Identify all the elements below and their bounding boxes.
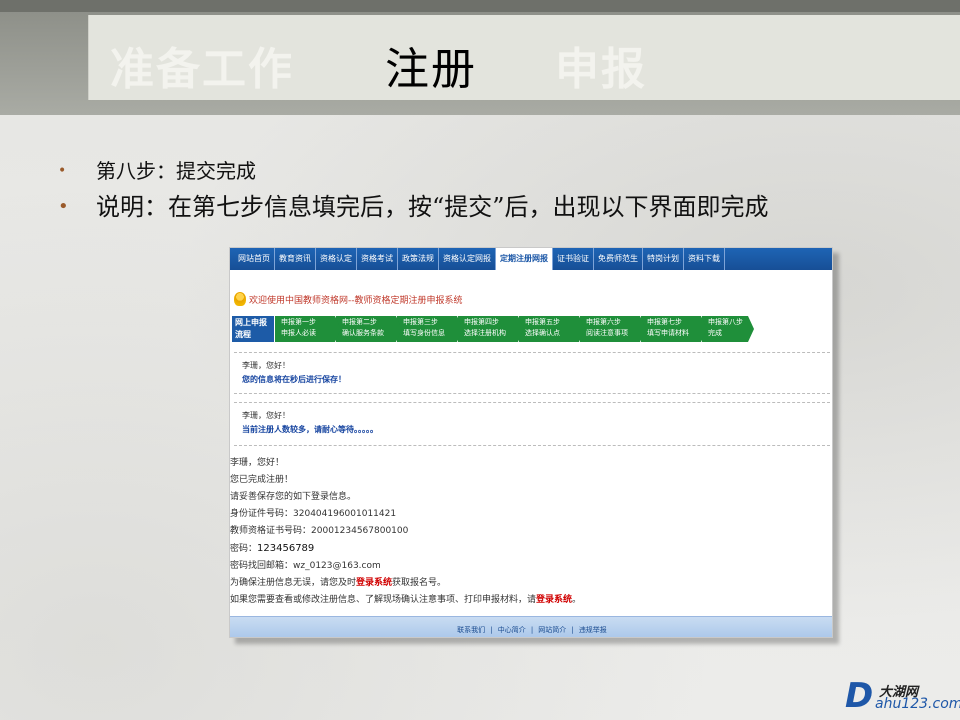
step-8: 申报第八步 完成: [702, 316, 754, 342]
registration-screenshot: 网站首页 教育资讯 资格认定 资格考试 政策法规 资格认定网报 定期注册网报 证…: [229, 247, 833, 638]
header-strip: [0, 0, 960, 12]
status-text: 当前注册人数较多，请耐心等待。。。。。: [242, 425, 378, 434]
step-progress: 网上申报流程 申报第一步申报人必读 申报第二步确认服务条款 申报第三步填写身份信…: [232, 316, 754, 342]
password-value: 123456789: [257, 543, 315, 554]
title-step-prepare: 准备工作: [110, 44, 294, 95]
mail-row: 密码找回邮箱：wz_0123@163.com: [230, 558, 581, 575]
footer-report[interactable]: 违规举报: [579, 626, 607, 634]
step-7: 申报第七步填写申请材料: [641, 316, 707, 342]
cert-row: 教师资格证书号码：20001234567800100: [230, 523, 581, 540]
completion-info: 李珊，您好！ 您已完成注册！ 请妥善保存您的如下登录信息。 身份证件号码：320…: [230, 455, 581, 609]
slide: 准备工作 注册 申报 • 第八步：提交完成 • 说明：在第七步信息填完后，按“提交”…: [0, 0, 960, 720]
nav-certification[interactable]: 资格认定: [316, 248, 357, 270]
step-title: 申报第三步: [403, 318, 438, 326]
step-title: 申报第六步: [586, 318, 621, 326]
bullet-marker: •: [58, 163, 67, 179]
step-desc: 申报人必读: [281, 329, 316, 337]
login-hint-1: 为确保注册信息无误，请您及时登录系统获取报名号。: [230, 575, 581, 592]
id-row: 身份证件号码：320404196001011421: [230, 506, 581, 523]
footer-separator: |: [530, 626, 534, 634]
step-label: 网上申报流程: [232, 316, 274, 342]
step-desc: 选择确认点: [525, 329, 560, 337]
title-step-register: 注册: [385, 44, 477, 95]
nav-free-normal[interactable]: 免费师范生: [594, 248, 643, 270]
welcome-bar: 欢迎使用中国教师资格网--教师资格定期注册申报系统: [234, 291, 463, 307]
step-desc: 选择注册机构: [464, 329, 506, 337]
nav-special-post[interactable]: 特岗计划: [643, 248, 684, 270]
title-step-declare: 申报: [555, 44, 647, 95]
status-text: 您的信息将在秒后进行保存！: [242, 375, 346, 384]
step-desc: 填写申请材料: [647, 329, 689, 337]
bullet-item: • 第八步：提交完成: [58, 155, 769, 187]
nav-cert-online[interactable]: 资格认定网报: [439, 248, 496, 270]
cert-value: 20001234567800100: [311, 526, 409, 536]
bullet-marker: •: [58, 196, 69, 217]
step-desc: 确认服务条款: [342, 329, 384, 337]
login-link[interactable]: 登录系统: [536, 595, 572, 605]
step-4: 申报第四步选择注册机构: [458, 316, 524, 342]
mail-value: wz_0123@163.com: [293, 561, 381, 571]
keep-text: 请妥善保存您的如下登录信息。: [230, 492, 357, 502]
hint-text: 获取报名号。: [392, 578, 447, 588]
hint-text: 如果您需要查看或修改注册信息、了解现场确认注意事项、打印申报材料，请: [230, 595, 537, 605]
password-label: 密码：: [230, 544, 258, 554]
logo-letter: D: [845, 676, 874, 716]
bullet-list: • 第八步：提交完成 • 说明：在第七步信息填完后，按“提交”后，出现以下界面即完成: [58, 155, 769, 227]
step-5: 申报第五步选择确认点: [519, 316, 585, 342]
nav-news[interactable]: 教育资讯: [275, 248, 316, 270]
footer-links: 联系我们 | 中心简介 | 网站简介 | 违规举报: [230, 616, 832, 637]
logo-url: ahu123.com: [875, 696, 960, 712]
top-nav: 网站首页 教育资讯 资格认定 资格考试 政策法规 资格认定网报 定期注册网报 证…: [230, 248, 832, 270]
hint-text: 为确保注册信息无误，请您及时: [230, 578, 357, 588]
mail-label: 密码找回邮箱：: [230, 561, 294, 571]
welcome-text: 欢迎使用中国教师资格网--教师资格定期注册申报系统: [249, 295, 463, 306]
footer-separator: |: [571, 626, 574, 634]
saving-message: 李珊，您好！ 您的信息将在秒后进行保存！: [234, 352, 830, 394]
bullet-text: 第八步：提交完成: [96, 159, 256, 183]
id-label: 身份证件号码：: [230, 509, 294, 519]
step-title: 申报第二步: [342, 318, 377, 326]
step-3: 申报第三步填写身份信息: [397, 316, 463, 342]
footer-site[interactable]: 网站简介: [538, 626, 566, 634]
nav-registration-online[interactable]: 定期注册网报: [496, 248, 553, 270]
step-title: 申报第一步: [281, 318, 316, 326]
step-6: 申报第六步阅读注意事项: [580, 316, 646, 342]
step-title: 申报第四步: [464, 318, 499, 326]
user-icon: [234, 292, 246, 306]
id-value: 320404196001011421: [293, 509, 397, 519]
waiting-message: 李珊，您好！ 当前注册人数较多，请耐心等待。。。。。: [234, 402, 830, 446]
step-title: 申报第八步: [708, 318, 743, 326]
nav-policy[interactable]: 政策法规: [398, 248, 439, 270]
nav-verify[interactable]: 证书验证: [553, 248, 594, 270]
site-logo: D 大湖网 ahu123.com: [845, 676, 960, 716]
step-2: 申报第二步确认服务条款: [336, 316, 402, 342]
footer-center[interactable]: 中心简介: [498, 626, 526, 634]
step-title: 申报第七步: [647, 318, 682, 326]
bullet-text: 说明：在第七步信息填完后，按“提交”后，出现以下界面即完成: [96, 193, 769, 221]
step-title: 申报第五步: [525, 318, 560, 326]
greeting: 李珊，您好！: [242, 411, 290, 420]
hint-text: 。: [572, 595, 582, 605]
greeting: 李珊，您好！: [230, 458, 285, 468]
cert-label: 教师资格证书号码：: [230, 526, 312, 536]
footer-separator: |: [490, 626, 493, 634]
footer-contact[interactable]: 联系我们: [457, 626, 485, 634]
step-desc: 阅读注意事项: [586, 329, 628, 337]
greeting: 李珊，您好！: [242, 361, 290, 370]
password-row: 密码：123456789: [230, 540, 581, 558]
done-text: 您已完成注册！: [230, 475, 294, 485]
bullet-item: • 说明：在第七步信息填完后，按“提交”后，出现以下界面即完成: [58, 187, 769, 227]
step-desc: 填写身份信息: [403, 329, 445, 337]
nav-home[interactable]: 网站首页: [234, 248, 275, 270]
nav-download[interactable]: 资料下载: [684, 248, 725, 270]
step-1: 申报第一步申报人必读: [275, 316, 341, 342]
nav-exam[interactable]: 资格考试: [357, 248, 398, 270]
login-hint-2: 如果您需要查看或修改注册信息、了解现场确认注意事项、打印申报材料，请登录系统。: [230, 592, 581, 609]
login-link[interactable]: 登录系统: [356, 578, 392, 588]
step-desc: 完成: [708, 329, 722, 337]
